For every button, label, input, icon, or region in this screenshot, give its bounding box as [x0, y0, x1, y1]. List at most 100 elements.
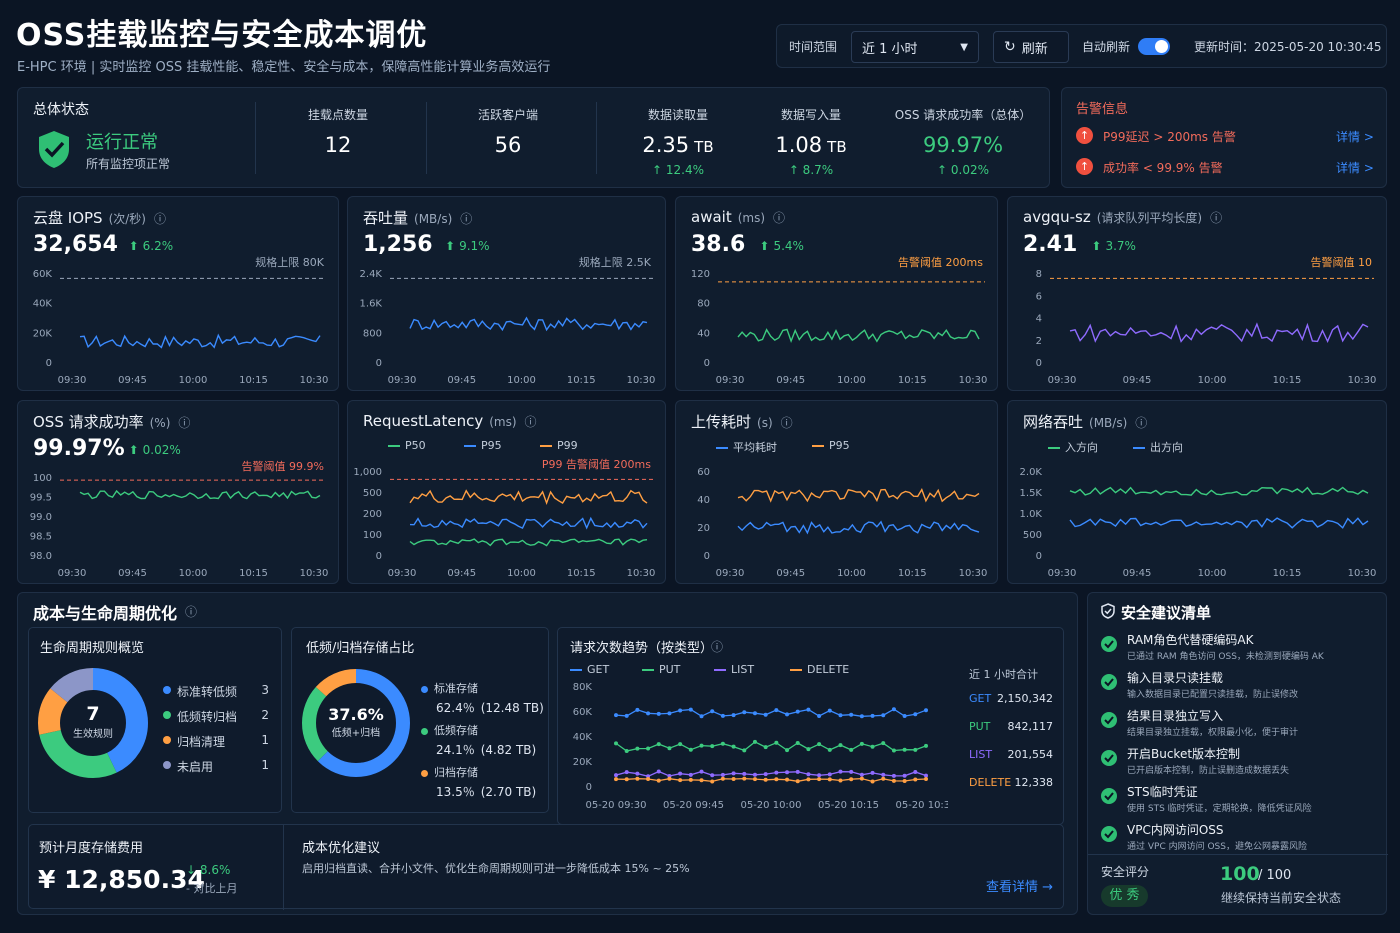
alerts-title: 告警信息 — [1076, 102, 1129, 117]
y-tick-label: 40 — [697, 495, 710, 506]
y-tick-label: 4 — [1036, 314, 1042, 325]
data-point — [646, 776, 651, 781]
x-tick-label: 05-20 10:00 — [740, 800, 801, 811]
requests-line-chart: 80K 60K 40K 20K 0 05-20 09:30 05-20 09:45 05-20… — [573, 682, 948, 811]
data-point — [806, 707, 811, 712]
line-chart: 2.0K 1.5K 1.0K 500 0 09:30 09:45 10:00 10:15 10:3… — [1020, 467, 1377, 579]
score-badge: 优 秀 — [1101, 885, 1148, 907]
x-tick-label: 09:45 — [776, 568, 805, 579]
total-value: 842,117 — [1007, 720, 1054, 733]
y-tick-label: 0 — [376, 358, 382, 369]
x-tick-label: 10:00 — [1198, 375, 1227, 386]
y-tick-label: 0 — [1036, 551, 1042, 562]
lifecycle-legend-item: 未启用 1 — [163, 758, 269, 775]
lifecycle-label: 归档清理 — [177, 735, 226, 749]
data-point — [838, 778, 843, 783]
data-point — [795, 740, 800, 745]
monthly-change: ↓ 8.6% — [186, 863, 231, 877]
stat-unit: TB — [827, 138, 847, 156]
view-details-link[interactable]: 查看详情 → — [986, 876, 1053, 895]
metric-chart-card: 云盘 IOPS (次/秒) ⓘ 32,654 ⬆ 6.2% 规格上限 80K 60K 40K 20… — [17, 196, 339, 391]
series-line — [615, 777, 927, 783]
storage-label: 标准存储 — [434, 682, 478, 695]
data-point — [817, 773, 822, 778]
data-point — [752, 739, 757, 744]
y-tick-label: 99.0 — [30, 512, 52, 523]
total-type: GET — [969, 692, 992, 705]
data-point — [667, 711, 672, 716]
x-tick-label: 10:15 — [239, 375, 268, 386]
data-point — [849, 747, 854, 752]
requests-title: 请求次数趋势（按类型） — [570, 641, 714, 656]
series-line — [1069, 517, 1369, 529]
storage-size: (2.70 TB) — [480, 785, 537, 799]
metric-chart-card: await (ms) ⓘ 38.6 ⬆ 5.4% 告警阈值 200ms 120 80 40 0 09:… — [675, 196, 998, 391]
data-point — [838, 713, 843, 718]
data-point — [688, 777, 693, 782]
data-point — [699, 714, 704, 719]
security-item-desc: 使用 STS 临时凭证，定期轮换，降低凭证风险 — [1127, 804, 1312, 814]
x-tick-label: 05-20 09:45 — [663, 800, 724, 811]
info-icon[interactable]: ⓘ — [711, 638, 723, 655]
status-title: 总体状态 — [33, 102, 89, 118]
shield-icon — [1101, 603, 1115, 623]
advice-title: 成本优化建议 — [302, 841, 381, 856]
data-point — [742, 771, 747, 776]
storage-center-label: 低频+归档 — [331, 728, 381, 739]
auto-refresh-toggle[interactable] — [1138, 38, 1170, 55]
data-point — [720, 776, 725, 781]
shield-check-icon — [39, 131, 69, 168]
storage-pct: 13.5％ — [436, 785, 475, 799]
y-tick-label: 120 — [691, 269, 710, 280]
metric-chart-card: 上传耗时 (s) ⓘ 平均耗时 P95 60 40 20 0 09:30 09:45 10:00 10:… — [675, 400, 998, 584]
x-tick-label: 05-20 10:30 — [895, 800, 948, 811]
updated-time: 更新时间：2025-05-20 10:30:45 — [1194, 40, 1382, 54]
data-point — [785, 712, 790, 717]
data-point — [731, 771, 736, 776]
data-point — [646, 746, 651, 751]
summary-stat: 数据写入量 1.08 TB ↑ 8.7% — [746, 106, 876, 177]
x-tick-label: 10:15 — [239, 568, 268, 579]
data-point — [752, 711, 757, 716]
x-tick-label: 10:00 — [1198, 568, 1227, 579]
data-point — [656, 742, 661, 747]
alert-details-link[interactable]: 详情 > — [1336, 128, 1374, 145]
data-point — [614, 777, 618, 782]
stat-number: 56 — [494, 133, 522, 157]
y-tick-label: 98.5 — [30, 532, 52, 543]
data-point — [678, 778, 683, 783]
data-point — [752, 772, 757, 777]
data-point — [827, 777, 832, 782]
info-icon[interactable]: ⓘ — [185, 603, 197, 620]
refresh-button[interactable]: ↻ 刷新 — [993, 31, 1069, 63]
legend-item: LIST — [714, 663, 754, 676]
y-tick-label: 100 — [363, 530, 382, 541]
y-tick-label: 6 — [1036, 291, 1042, 302]
y-tick-label: 20K — [573, 757, 593, 768]
data-point — [785, 777, 790, 782]
y-tick-label: 1.6K — [360, 299, 383, 310]
data-point — [817, 713, 822, 718]
y-tick-label: 0 — [46, 358, 52, 369]
lifecycle-panel: 生命周期规则概览 7 生效规则 标准转低频 3 低频转归档 2 归档清理 1 未启用 1 — [28, 627, 282, 813]
series-line — [615, 741, 927, 752]
security-item-desc: 通过 VPC 内网访问 OSS，避免公网暴露风险 — [1127, 842, 1307, 852]
y-tick-label: 800 — [363, 328, 382, 339]
lifecycle-count: 1 — [261, 733, 269, 747]
line-chart: 1,000 500 200 100 0 09:30 09:45 10:00 10:15 10:30 — [353, 467, 655, 579]
alert-details-link[interactable]: 详情 > — [1336, 159, 1374, 176]
data-point — [827, 747, 832, 752]
data-point — [763, 772, 768, 777]
data-point — [849, 777, 854, 782]
total-value: 2,150,342 — [997, 692, 1053, 705]
time-range-select[interactable]: 近 1 小时 ▼ — [851, 31, 979, 63]
x-tick-label: 05-20 10:15 — [818, 800, 879, 811]
data-point — [699, 769, 704, 774]
data-point — [859, 772, 864, 777]
x-tick-label: 10:00 — [507, 375, 536, 386]
data-point — [624, 770, 629, 775]
x-tick-label: 10:00 — [837, 375, 866, 386]
data-point — [806, 772, 811, 777]
lifecycle-label: 未启用 — [177, 760, 214, 774]
data-point — [710, 709, 715, 714]
